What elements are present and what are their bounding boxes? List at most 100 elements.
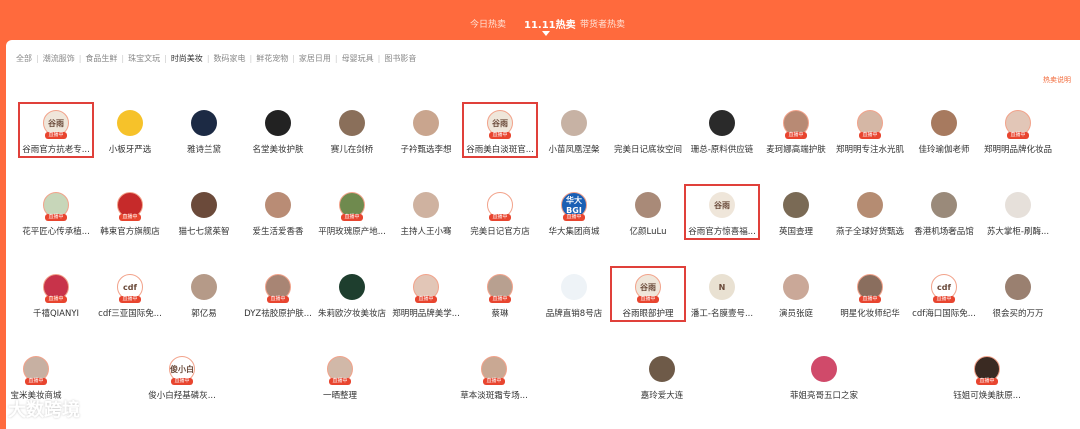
seller-avatar: [561, 110, 587, 136]
live-badge: 直播中: [171, 378, 193, 385]
avatar-text: [857, 192, 883, 218]
content-panel: 全部 | 潮流服饰 | 食品生鲜 | 珠宝文玩 | 时尚美妆 | 数码家电 | 鲜花宠物 | 家居日用 | 母婴…: [6, 40, 1080, 429]
seller-name: 钰姐可焕美肤原...: [953, 391, 1021, 401]
hot-sale-info-link[interactable]: 热卖说明: [1043, 75, 1071, 85]
category-separator: |: [334, 54, 338, 63]
category-tab[interactable]: 潮流服饰: [43, 53, 75, 64]
category-tab[interactable]: 图书影音: [384, 53, 416, 64]
avatar-text: [191, 192, 217, 218]
seller-name: 草本淡斑霜专场...: [460, 391, 528, 401]
live-badge: 直播中: [933, 296, 955, 303]
seller-name: 朱莉欧汐妆美妆店: [317, 309, 386, 319]
seller-avatar: [265, 192, 291, 218]
seller-avatar: N: [709, 274, 735, 300]
seller-avatar: [649, 356, 675, 382]
category-tab[interactable]: 鲜花宠物: [256, 53, 288, 64]
avatar-text: [635, 110, 661, 136]
live-badge: 直播中: [341, 214, 363, 221]
seller-avatar: [931, 192, 957, 218]
seller-name: 小板牙严选: [108, 145, 152, 155]
seller-name: 主持人王小骞: [400, 227, 452, 237]
live-badge: 直播中: [119, 296, 141, 303]
avatar-text: [783, 192, 809, 218]
seller-avatar: [117, 110, 143, 136]
live-badge: 直播中: [25, 378, 47, 385]
category-tab[interactable]: 珠宝文玩: [128, 53, 160, 64]
avatar-text: [709, 110, 735, 136]
watermark: 大数跨境: [8, 400, 80, 421]
live-badge: 直播中: [859, 296, 881, 303]
category-tab[interactable]: 食品生鲜: [85, 53, 117, 64]
top-nav: 今日热卖 11.11热卖 带货者热卖: [0, 0, 1080, 40]
seller-avatar: [413, 192, 439, 218]
category-tab[interactable]: 数码家电: [214, 53, 246, 64]
category-separator: |: [164, 54, 167, 63]
highlight-box: [684, 184, 760, 240]
seller-name: 韩束官方旗舰店: [100, 227, 160, 237]
seller-name: 燕子全球好货甄选: [835, 227, 904, 237]
category-separator: |: [377, 54, 381, 63]
category-tab[interactable]: 家居日用: [299, 53, 331, 64]
seller-avatar: [265, 110, 291, 136]
live-badge: 直播中: [119, 214, 141, 221]
highlight-box: [610, 266, 686, 322]
seller-name: 菲姐亮哥五口之家: [789, 391, 858, 401]
live-badge: 直播中: [489, 296, 511, 303]
seller-avatar: [709, 110, 735, 136]
seller-name: 英国查理: [778, 227, 813, 237]
seller-name: 品牌直销8号店: [545, 309, 603, 319]
seller-avatar: [635, 192, 661, 218]
category-separator: |: [249, 54, 253, 63]
live-badge: 直播中: [483, 378, 505, 385]
live-badge: 直播中: [329, 378, 351, 385]
seller-name: 一晒整理: [322, 391, 357, 401]
seller-avatar: [1005, 192, 1031, 218]
seller-name: 珊总-原料供应链: [690, 145, 754, 155]
seller-name: DYZ祛胶原护肤...: [244, 309, 312, 319]
seller-name: 明星化妆师纪华: [840, 309, 900, 319]
seller-name: 完美日记官方店: [470, 227, 530, 237]
seller-name: 雅诗兰黛: [186, 145, 221, 155]
live-badge: 直播中: [976, 378, 998, 385]
category-tab[interactable]: 母婴玩具: [342, 53, 374, 64]
seller-name: 爱生活爱香香: [252, 227, 304, 237]
avatar-text: [339, 274, 365, 300]
seller-name: 郑明明品牌化妆品: [983, 145, 1052, 155]
seller-avatar: [561, 274, 587, 300]
live-badge: 直播中: [785, 132, 807, 139]
category-bar: 全部 | 潮流服饰 | 食品生鲜 | 珠宝文玩 | 时尚美妆 | 数码家电 | 鲜花宠物 | 家居日用 | 母婴…: [16, 53, 416, 64]
seller-name: 亿颜LuLu: [629, 227, 667, 237]
active-tab-caret: [542, 31, 550, 36]
avatar-text: [1005, 274, 1031, 300]
seller-name: 华大集团商城: [548, 227, 600, 237]
seller-name: 子衿甄选李想: [400, 145, 452, 155]
avatar-text: [1005, 192, 1031, 218]
seller-name: 蔡琳: [491, 309, 509, 319]
seller-avatar: [931, 110, 957, 136]
live-badge: 直播中: [563, 214, 585, 221]
seller-avatar: [339, 274, 365, 300]
seller-name: cdf海口国际免...: [912, 309, 976, 319]
tab-1111-hot[interactable]: 11.11热卖: [524, 16, 576, 31]
tab-seller-hot[interactable]: 带货者热卖: [580, 17, 625, 30]
avatar-text: [265, 110, 291, 136]
seller-name: 佳玲瑜伽老师: [918, 145, 970, 155]
avatar-text: [339, 110, 365, 136]
live-badge: 直播中: [267, 296, 289, 303]
avatar-text: [561, 274, 587, 300]
avatar-text: [561, 110, 587, 136]
seller-avatar: [1005, 274, 1031, 300]
seller-name: 千禧QIANYI: [32, 309, 80, 319]
highlight-box: [462, 102, 538, 158]
tab-today-hot[interactable]: 今日热卖: [470, 17, 506, 30]
live-badge: 直播中: [45, 296, 67, 303]
seller-avatar: [191, 274, 217, 300]
avatar-text: [931, 192, 957, 218]
seller-name: 赛儿在剑桥: [330, 145, 374, 155]
category-tab[interactable]: 全部: [16, 53, 32, 64]
category-tab[interactable]: 时尚美妆: [171, 53, 203, 64]
avatar-text: [811, 356, 837, 382]
category-separator: |: [292, 54, 295, 63]
seller-name: cdf三亚国际免...: [98, 309, 162, 319]
seller-name: 苏大掌柜-刷酶...: [986, 227, 1050, 237]
